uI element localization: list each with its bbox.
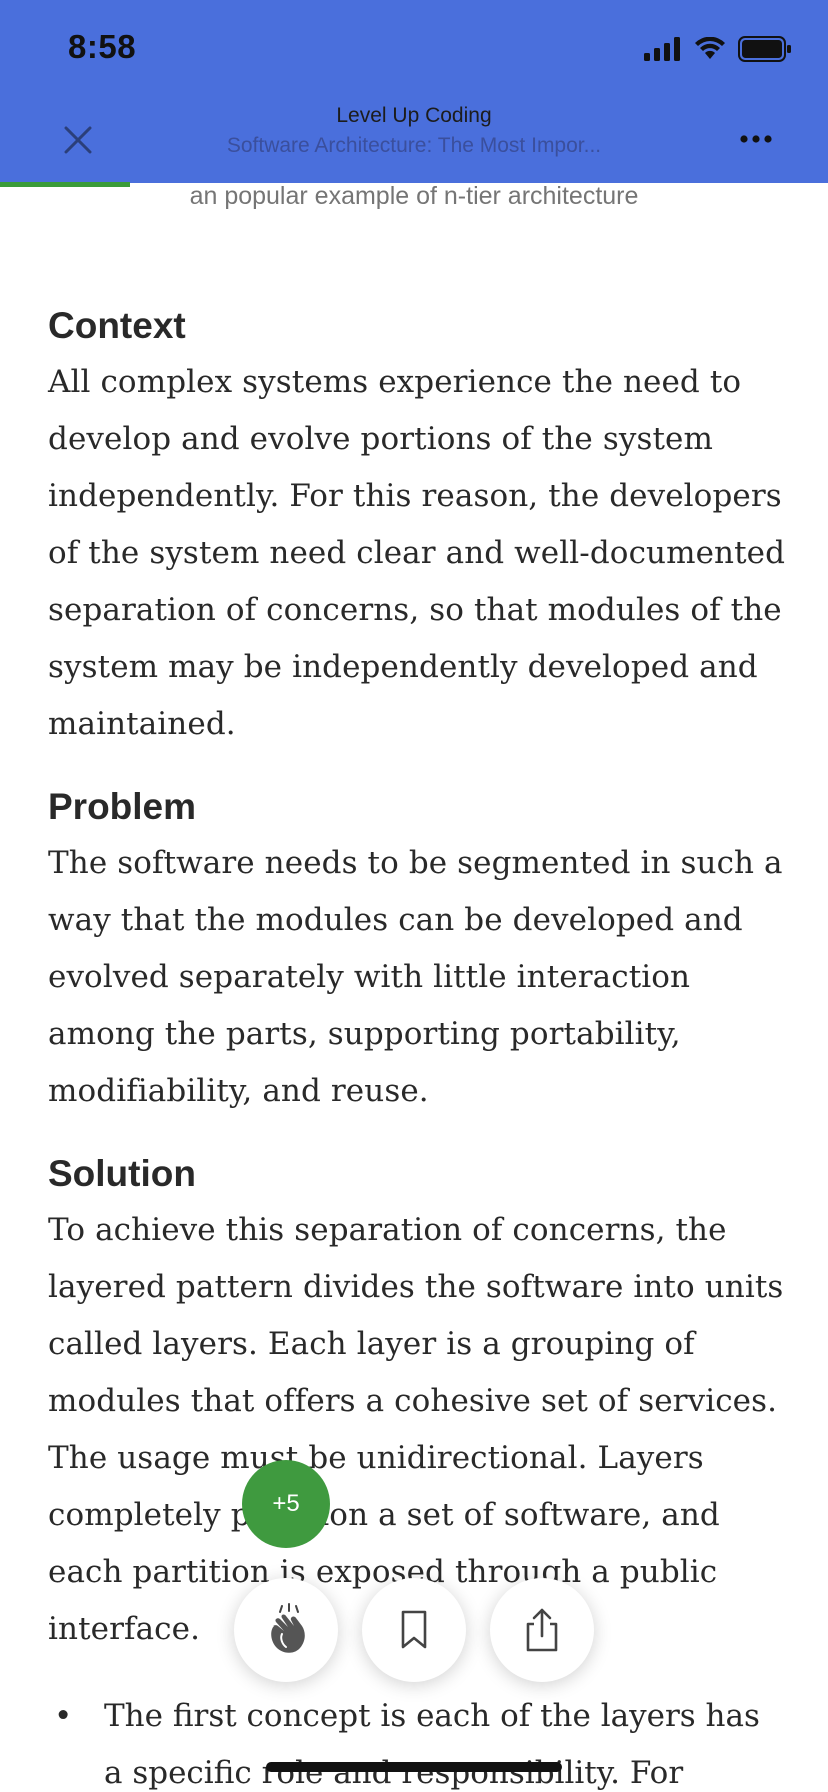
bullet-symbol: • [54, 1698, 73, 1734]
list-item: • The first concept is each of the layer… [48, 1688, 788, 1792]
battery-icon [738, 36, 791, 62]
reading-progress-bar [0, 182, 130, 187]
publication-title: Level Up Coding [336, 104, 492, 127]
article-title: Software Architecture: The Most Impor... [226, 134, 602, 157]
more-icon[interactable] [736, 124, 776, 154]
section-paragraph: All complex systems experience the need … [48, 364, 786, 742]
signal-icon [644, 37, 680, 61]
article-body: Context All complex systems experience t… [48, 298, 788, 1792]
section-heading: Context [48, 305, 186, 346]
status-time: 8:58 [68, 28, 137, 65]
section-heading: Problem [48, 786, 197, 827]
section-paragraph: The software needs to be segmented in su… [48, 845, 783, 1109]
top-bar: 8:58 Level Up Coding Software Architectu… [0, 0, 828, 183]
bookmark-icon [401, 1610, 427, 1649]
wifi-icon [695, 37, 725, 59]
bookmark-button[interactable] [362, 1578, 466, 1682]
section-heading: Solution [48, 1153, 196, 1194]
status-icons [644, 36, 792, 62]
list-item-text: The first concept is each of the layers … [104, 1698, 760, 1791]
share-button[interactable] [490, 1578, 594, 1682]
clap-count-badge: +5 [242, 1460, 330, 1548]
home-indicator [266, 1762, 562, 1772]
share-icon [526, 1608, 558, 1652]
clap-button[interactable] [234, 1578, 338, 1682]
clap-icon [271, 1603, 305, 1653]
